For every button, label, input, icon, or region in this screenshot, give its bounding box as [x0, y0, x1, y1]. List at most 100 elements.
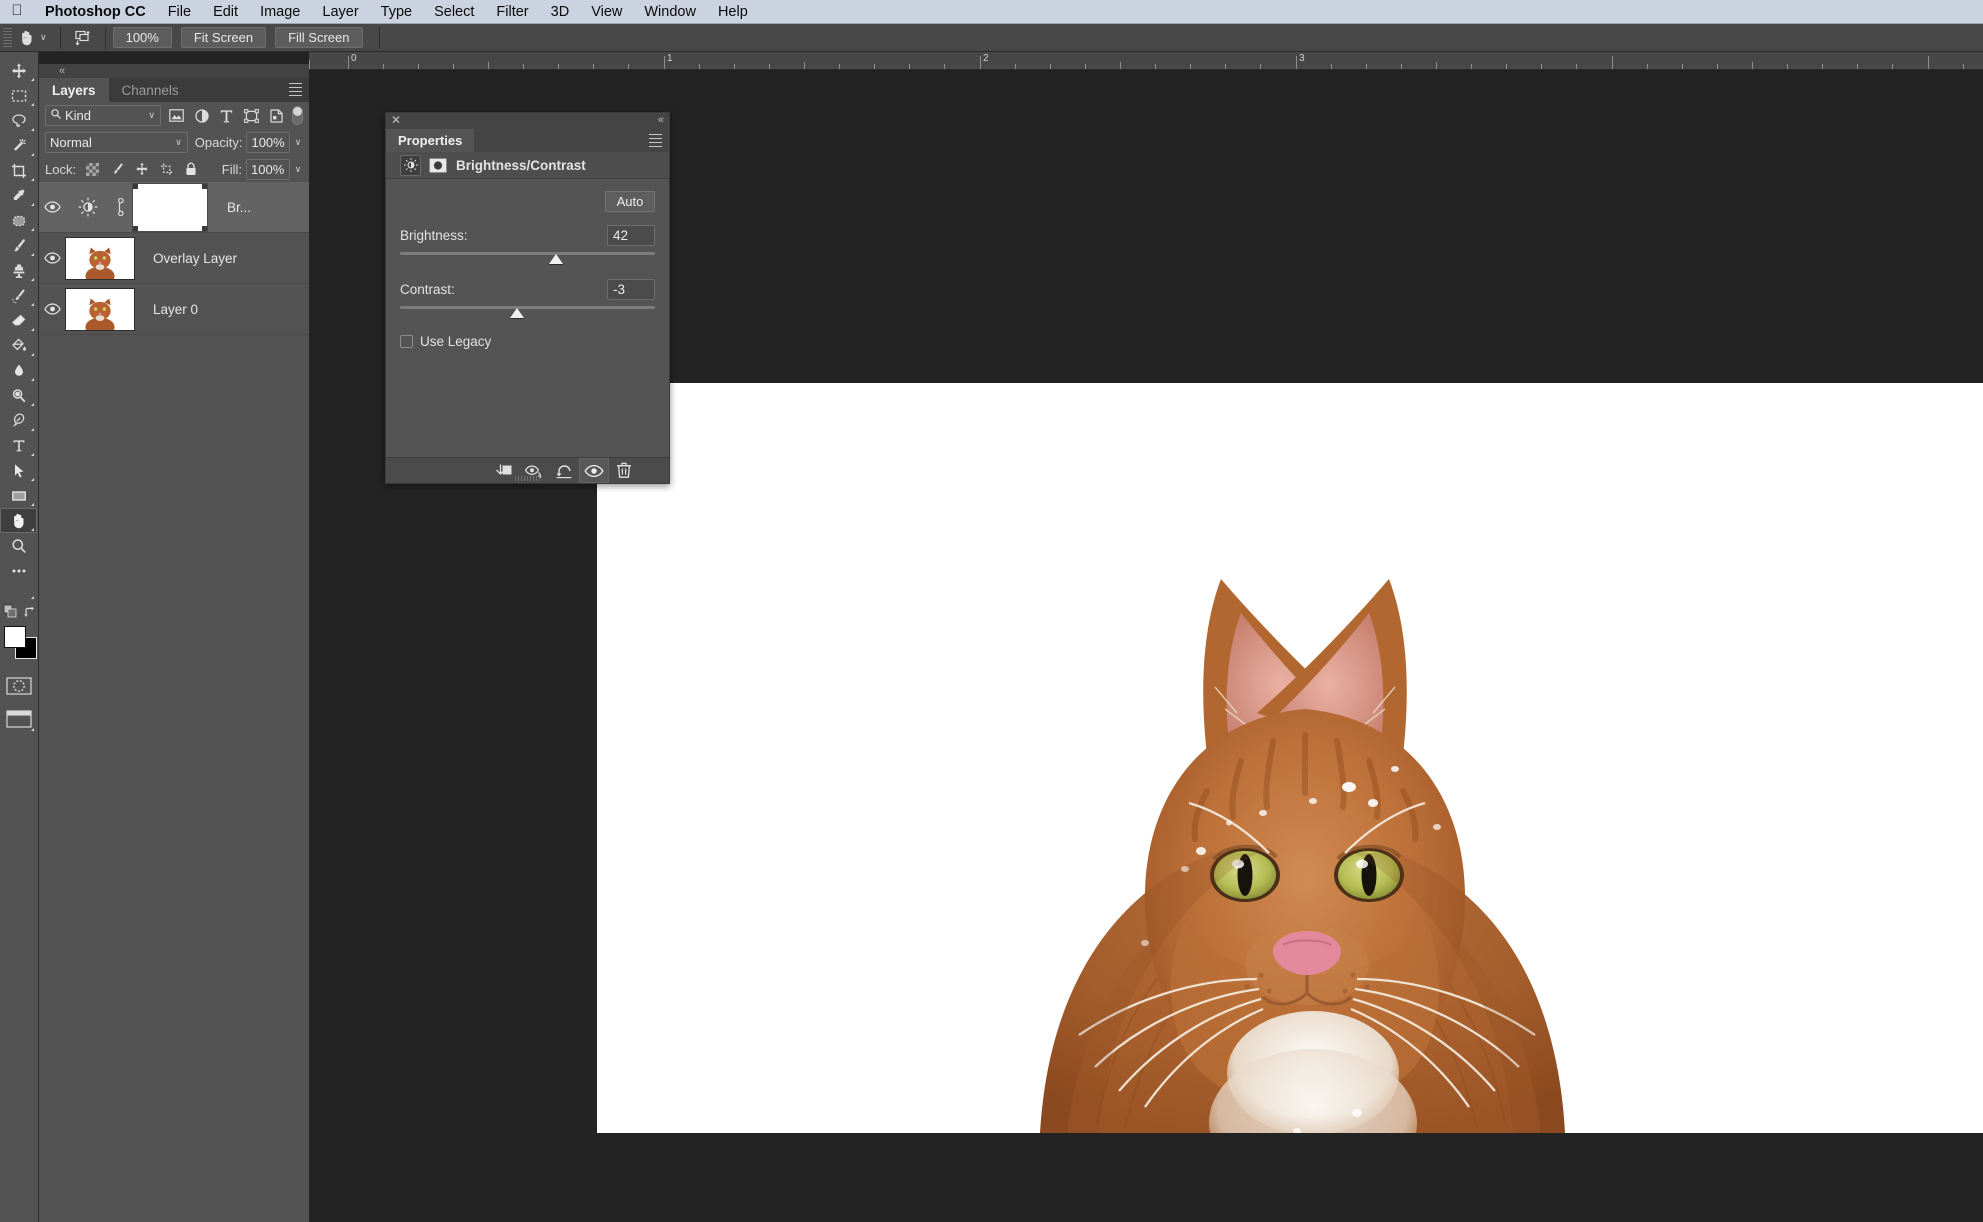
tab-properties[interactable]: Properties	[386, 129, 475, 152]
pen-tool[interactable]	[0, 408, 37, 433]
default-colors-icon[interactable]	[0, 602, 22, 622]
layer-name[interactable]: Overlay Layer	[153, 251, 237, 266]
scroll-all-windows-icon[interactable]	[68, 25, 98, 51]
menu-file[interactable]: File	[157, 4, 202, 20]
layer-filter-kind-select[interactable]: Kind ∨	[45, 105, 161, 126]
panel-menu-icon[interactable]	[649, 134, 662, 150]
blend-mode-select[interactable]: Normal ∨	[45, 132, 188, 153]
fill-stepper-caret[interactable]: ∨	[290, 159, 306, 180]
menu-layer[interactable]: Layer	[311, 4, 369, 20]
layer-name[interactable]: Layer 0	[153, 302, 198, 317]
lock-position-icon[interactable]	[135, 162, 149, 176]
gradient-tool[interactable]	[0, 333, 37, 358]
delete-adjustment-layer-icon[interactable]	[609, 458, 639, 483]
zoom-tool[interactable]	[0, 533, 37, 558]
lock-all-icon[interactable]	[185, 162, 197, 176]
table-row[interactable]: Layer 0	[39, 284, 309, 335]
fit-screen-button[interactable]: Fit Screen	[180, 27, 267, 48]
use-legacy-checkbox[interactable]	[400, 335, 413, 348]
menu-3d[interactable]: 3D	[540, 4, 581, 20]
layer-name[interactable]: Br...	[227, 200, 251, 215]
auto-button[interactable]: Auto	[605, 191, 655, 212]
reset-adjustment-icon[interactable]	[549, 458, 579, 483]
brightness-value-input[interactable]: 42	[607, 225, 655, 246]
collapse-panel-icon[interactable]: «	[658, 114, 664, 126]
lock-transparency-icon[interactable]	[86, 162, 100, 176]
edit-toolbar[interactable]	[0, 583, 37, 601]
eyedropper-tool[interactable]	[0, 183, 37, 208]
type-tool[interactable]	[0, 433, 37, 458]
table-row[interactable]: Overlay Layer	[39, 233, 309, 284]
collapse-panel-icon[interactable]: «	[59, 65, 65, 77]
hand-tool[interactable]	[0, 508, 37, 533]
filter-pixel-layers-icon[interactable]	[169, 109, 184, 122]
layer-mask-thumbnail[interactable]	[133, 183, 207, 231]
history-brush-tool[interactable]	[0, 283, 37, 308]
opacity-stepper-caret[interactable]: ∨	[290, 132, 306, 153]
menu-type[interactable]: Type	[370, 4, 423, 20]
opacity-input[interactable]: 100%	[246, 132, 291, 153]
crop-tool[interactable]	[0, 158, 37, 183]
layer-mask-link-icon[interactable]	[111, 198, 127, 216]
rectangular-select-tool[interactable]	[0, 83, 37, 108]
layer-thumbnail[interactable]	[65, 236, 135, 280]
swap-colors-icon[interactable]	[22, 602, 37, 622]
options-bar-grip[interactable]	[3, 27, 12, 48]
panel-resize-handle[interactable]	[514, 476, 541, 481]
dodge-tool[interactable]	[0, 383, 37, 408]
layer-thumbnail[interactable]	[65, 287, 135, 331]
filter-shape-layers-icon[interactable]	[244, 108, 259, 123]
path-selection-tool[interactable]	[0, 458, 37, 483]
filter-adjustment-layers-icon[interactable]	[195, 108, 209, 123]
panel-menu-icon[interactable]	[289, 83, 302, 99]
magic-wand-tool[interactable]	[0, 133, 37, 158]
menu-view[interactable]: View	[580, 4, 633, 20]
contrast-slider[interactable]	[400, 304, 655, 320]
apple-logo-icon[interactable]: 	[0, 3, 34, 20]
filter-enable-toggle[interactable]	[292, 106, 303, 125]
layer-visibility-icon[interactable]	[39, 303, 65, 315]
app-name-menu[interactable]: Photoshop CC	[34, 4, 157, 20]
clone-stamp-tool[interactable]	[0, 258, 37, 283]
menu-select[interactable]: Select	[423, 4, 485, 20]
menu-window[interactable]: Window	[633, 4, 707, 20]
screen-mode-icon[interactable]	[0, 705, 37, 733]
lasso-tool[interactable]	[0, 108, 37, 133]
healing-brush-tool[interactable]	[0, 208, 37, 233]
filter-type-layers-icon[interactable]	[220, 109, 233, 123]
brightness-slider-thumb[interactable]	[548, 254, 563, 264]
layer-mask-icon[interactable]	[427, 156, 448, 174]
move-tool[interactable]	[0, 58, 37, 83]
foreground-color-swatch[interactable]	[4, 626, 26, 648]
menu-edit[interactable]: Edit	[202, 4, 249, 20]
more-tools[interactable]	[0, 558, 37, 583]
menu-filter[interactable]: Filter	[485, 4, 539, 20]
quick-mask-icon[interactable]	[0, 671, 37, 701]
brush-tool[interactable]	[0, 233, 37, 258]
blur-tool[interactable]	[0, 358, 37, 383]
close-icon[interactable]: ✕	[391, 113, 401, 127]
layer-visibility-icon[interactable]	[39, 252, 65, 264]
fill-input[interactable]: 100%	[246, 158, 290, 180]
rectangle-tool[interactable]	[0, 483, 37, 508]
lock-image-pixels-icon[interactable]	[110, 162, 124, 176]
menu-image[interactable]: Image	[249, 4, 311, 20]
table-row[interactable]: Br...	[39, 182, 309, 233]
menu-help[interactable]: Help	[707, 4, 759, 20]
layer-visibility-icon[interactable]	[39, 201, 65, 213]
zoom-level-field[interactable]: 100%	[112, 27, 172, 48]
contrast-value-input[interactable]: -3	[607, 279, 655, 300]
contrast-slider-thumb[interactable]	[510, 308, 525, 318]
brightness-contrast-icon[interactable]	[400, 154, 421, 176]
tab-channels[interactable]: Channels	[108, 78, 192, 102]
horizontal-ruler[interactable]: 0 1 2 3	[309, 52, 1983, 70]
filter-smart-object-icon[interactable]	[270, 108, 283, 123]
brightness-slider[interactable]	[400, 250, 655, 266]
use-legacy-row[interactable]: Use Legacy	[400, 334, 655, 349]
toggle-layer-visibility-icon[interactable]	[579, 458, 609, 483]
hand-tool-icon[interactable]	[12, 25, 42, 51]
tab-layers[interactable]: Layers	[39, 78, 109, 102]
tool-preset-caret[interactable]: ∨	[40, 32, 47, 43]
properties-panel[interactable]: ✕ « Properties Brightness/Contrast Auto	[385, 112, 670, 484]
image-canvas[interactable]	[597, 383, 1983, 1133]
